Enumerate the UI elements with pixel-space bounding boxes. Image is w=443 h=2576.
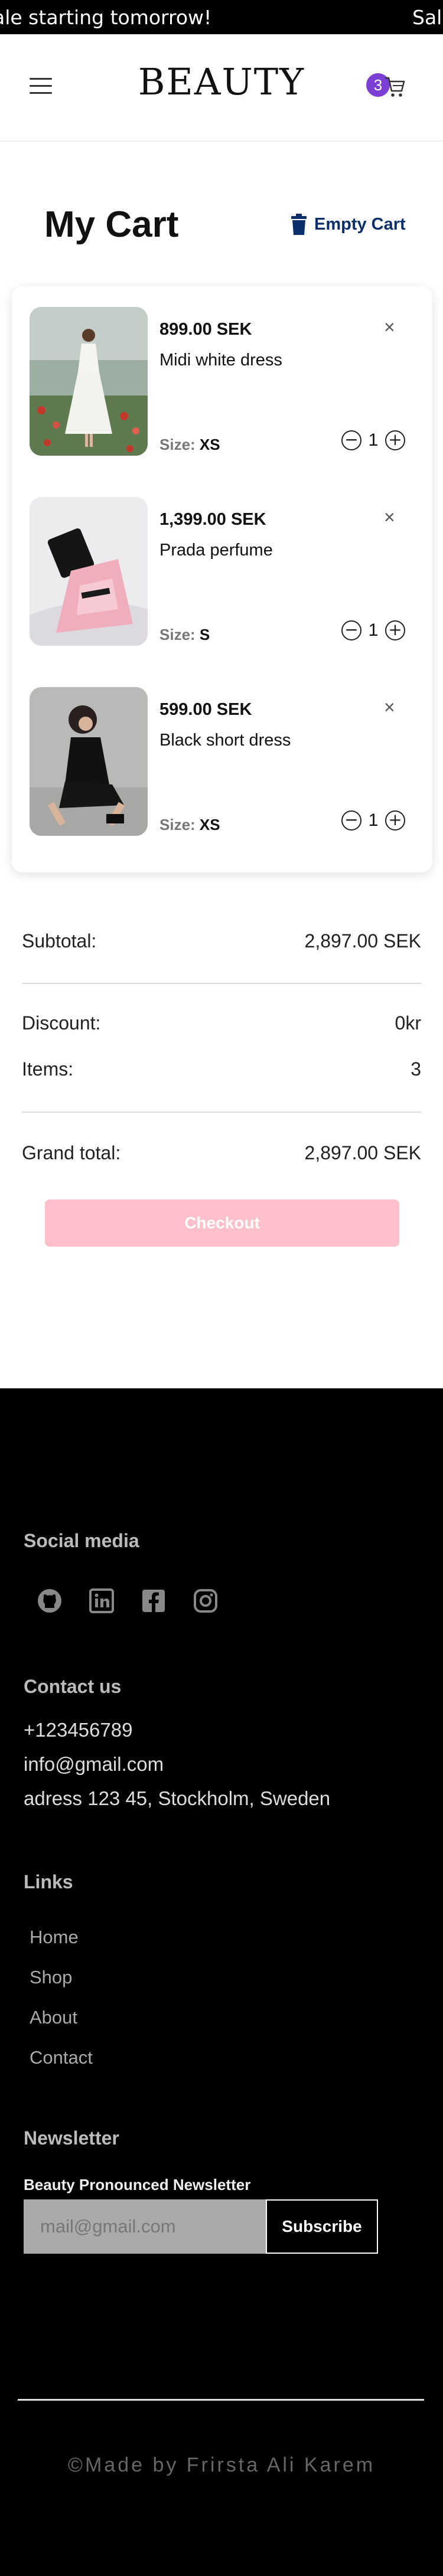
item-price: 1,399.00 SEK xyxy=(159,510,266,529)
trash-icon xyxy=(291,214,307,235)
cart-item: 1,399.00 SEK Prada perfume Size: S × − 1… xyxy=(30,497,431,648)
contact-email[interactable]: info@gmail.com xyxy=(24,1753,164,1776)
instagram-icon[interactable] xyxy=(193,1588,219,1614)
subtotal-value: 2,897.00 SEK xyxy=(304,930,421,952)
announcement-text: ale starting tomorrow! xyxy=(0,6,212,29)
product-image-midi-white-dress[interactable] xyxy=(30,307,148,456)
quantity-value: 1 xyxy=(368,430,379,450)
facebook-icon[interactable] xyxy=(141,1588,167,1614)
decrease-quantity-button[interactable]: − xyxy=(341,810,361,831)
social-media-heading: Social media xyxy=(24,1530,139,1551)
site-footer: Social media Contact us +123456789 info@… xyxy=(0,1388,443,2576)
subscribe-button[interactable]: Subscribe xyxy=(266,2199,378,2254)
site-header: BEAUTY 3 xyxy=(0,34,443,142)
github-icon[interactable] xyxy=(37,1588,63,1614)
checkout-button[interactable]: Checkout xyxy=(45,1199,399,1247)
increase-quantity-button[interactable]: + xyxy=(385,620,405,640)
cart-items-card: 899.00 SEK Midi white dress Size: XS × −… xyxy=(12,286,432,872)
footer-link-contact[interactable]: Contact xyxy=(30,2047,93,2068)
footer-link-about[interactable]: About xyxy=(30,2007,77,2028)
contact-phone[interactable]: +123456789 xyxy=(24,1719,132,1741)
quantity-stepper: − 1 + xyxy=(341,808,405,833)
item-name[interactable]: Prada perfume xyxy=(159,541,273,560)
items-label: Items: xyxy=(22,1058,74,1080)
grand-total-value: 2,897.00 SEK xyxy=(304,1142,421,1163)
item-name[interactable]: Black short dress xyxy=(159,731,291,750)
shopping-cart-icon xyxy=(385,77,405,97)
cart-item: 899.00 SEK Midi white dress Size: XS × −… xyxy=(30,307,431,457)
item-price: 899.00 SEK xyxy=(159,320,252,339)
item-size: Size: XS xyxy=(159,816,220,833)
quantity-stepper: − 1 + xyxy=(341,617,405,643)
social-links xyxy=(37,1588,245,1614)
announcement-bar: ale starting tomorrow! Sale xyxy=(0,0,443,34)
empty-cart-label: Empty Cart xyxy=(314,214,406,234)
grand-total-row: Grand total: 2,897.00 SEK xyxy=(22,1142,421,1164)
footer-divider xyxy=(18,2399,424,2401)
newsletter-email-input[interactable] xyxy=(24,2199,266,2254)
empty-cart-button[interactable]: Empty Cart xyxy=(291,211,406,237)
discount-row: Discount: 0kr xyxy=(22,1012,421,1034)
contact-heading: Contact us xyxy=(24,1676,122,1697)
announcement-text-repeat: Sale xyxy=(412,6,443,29)
subtotal-row: Subtotal: 2,897.00 SEK xyxy=(22,930,421,952)
footer-link-home[interactable]: Home xyxy=(30,1927,79,1948)
newsletter-heading: Newsletter xyxy=(24,2127,119,2149)
item-name[interactable]: Midi white dress xyxy=(159,351,282,370)
divider xyxy=(22,1112,421,1113)
discount-value: 0kr xyxy=(395,1012,421,1034)
linkedin-icon[interactable] xyxy=(89,1588,115,1614)
cart-button[interactable]: 3 xyxy=(366,71,408,100)
item-size: Size: S xyxy=(159,626,210,643)
increase-quantity-button[interactable]: + xyxy=(385,810,405,831)
quantity-stepper: − 1 + xyxy=(341,427,405,453)
increase-quantity-button[interactable]: + xyxy=(385,430,405,450)
quantity-value: 1 xyxy=(368,620,379,640)
remove-item-button[interactable]: × xyxy=(384,697,395,718)
newsletter-label: Beauty Pronounced Newsletter xyxy=(24,2176,251,2193)
discount-label: Discount: xyxy=(22,1012,101,1034)
remove-item-button[interactable]: × xyxy=(384,506,395,528)
subtotal-label: Subtotal: xyxy=(22,930,97,952)
item-price: 599.00 SEK xyxy=(159,700,252,719)
copyright-text: ©Made by Frirsta Ali Karem xyxy=(67,2454,376,2476)
items-value: 3 xyxy=(411,1058,421,1080)
decrease-quantity-button[interactable]: − xyxy=(341,430,361,450)
contact-address: adress 123 45, Stockholm, Sweden xyxy=(24,1787,331,1809)
grand-total-label: Grand total: xyxy=(22,1142,121,1163)
remove-item-button[interactable]: × xyxy=(384,316,395,338)
product-image-black-short-dress[interactable] xyxy=(30,687,148,836)
page-title: My Cart xyxy=(44,204,179,245)
links-heading: Links xyxy=(24,1871,73,1892)
item-size: Size: XS xyxy=(159,436,220,453)
footer-link-shop[interactable]: Shop xyxy=(30,1967,72,1988)
decrease-quantity-button[interactable]: − xyxy=(341,620,361,640)
cart-item: 599.00 SEK Black short dress Size: XS × … xyxy=(30,687,431,838)
product-image-prada-perfume[interactable] xyxy=(30,497,148,646)
quantity-value: 1 xyxy=(368,810,379,830)
divider xyxy=(22,983,421,984)
items-row: Items: 3 xyxy=(22,1058,421,1080)
